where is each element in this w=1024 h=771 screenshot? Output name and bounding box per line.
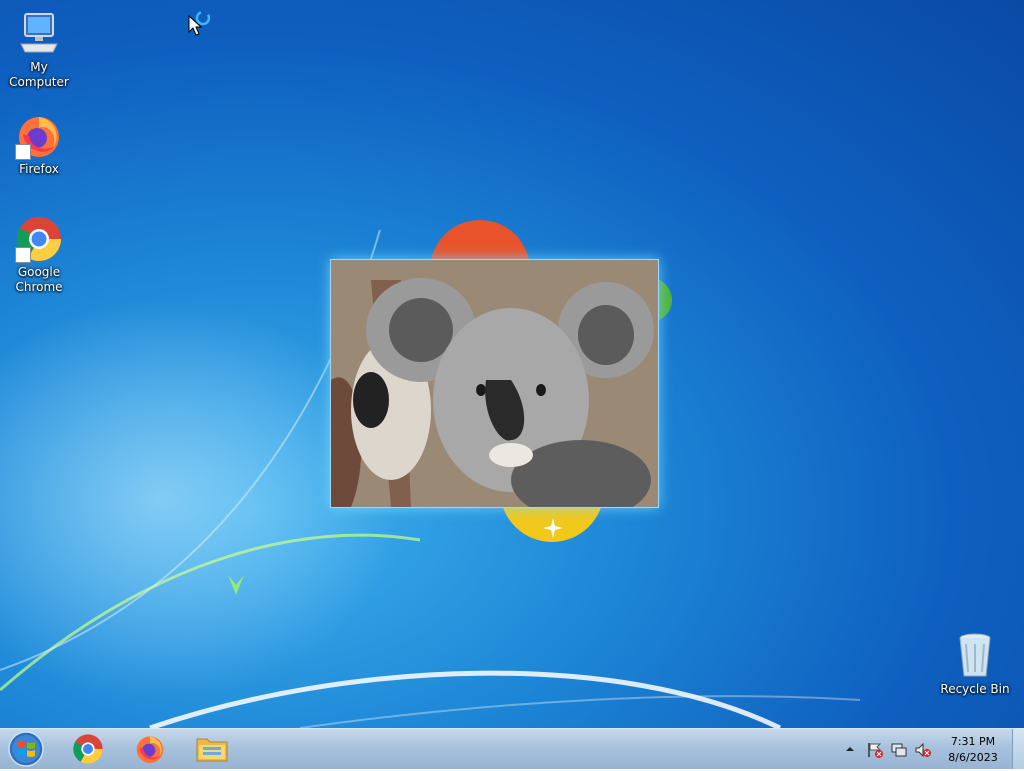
windows-logo-icon [8,731,44,767]
computer-icon [15,10,63,58]
firefox-icon [15,112,63,160]
show-hidden-icons-arrow[interactable] [845,744,855,754]
desktop-icon-label: Recycle Bin [940,682,1010,696]
koala-photo [331,260,658,507]
busy-cursor-icon [188,10,211,36]
taskbar: 7:31 PM 8/6/2023 [0,728,1024,769]
desktop-icon-recycle-bin[interactable]: Recycle Bin [937,632,1013,697]
clock-date: 8/6/2023 [948,751,998,764]
desktop-icon-label: Firefox [19,162,59,176]
taskbar-button-explorer[interactable] [186,731,238,767]
desktop[interactable]: My Computer Firefox Google Chrome Recycl… [0,0,1024,728]
taskbar-button-chrome[interactable] [62,731,114,767]
start-button[interactable] [6,730,46,768]
desktop-icon-firefox[interactable]: Firefox [1,112,77,177]
recycle-bin-icon [951,632,999,680]
chrome-icon [73,734,103,764]
desktop-icon-label: My Computer [9,60,69,89]
taskbar-button-firefox[interactable] [124,731,176,767]
shortcut-arrow-icon [15,144,31,160]
folder-icon [196,738,228,762]
desktop-icon-google-chrome[interactable]: Google Chrome [1,215,77,295]
sparkle-icon [543,518,563,538]
clock-time: 7:31 PM [950,735,996,748]
photo-preview[interactable] [330,259,659,508]
system-clock[interactable]: 7:31 PM 8/6/2023 [940,734,1006,766]
desktop-icon-my-computer[interactable]: My Computer [1,10,77,90]
firefox-icon [136,736,164,763]
action-center-flag-icon[interactable] [866,741,884,759]
desktop-icon-label: Google Chrome [15,265,63,294]
shortcut-arrow-icon [15,247,31,263]
show-desktop-button[interactable] [1012,729,1024,769]
volume-muted-icon[interactable] [914,741,932,759]
chrome-icon [15,215,63,263]
network-icon[interactable] [890,741,908,759]
